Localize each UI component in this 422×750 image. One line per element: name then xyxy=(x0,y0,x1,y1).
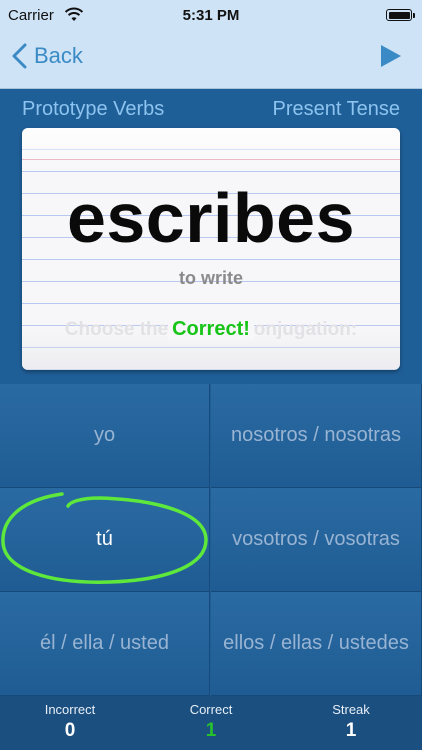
back-button[interactable]: Back xyxy=(10,40,83,72)
incorrect-count: 0 xyxy=(64,720,76,741)
correct-label: Correct xyxy=(189,702,233,717)
top-bar: Carrier 5:31 PM Back xyxy=(0,0,422,89)
correct-score: Correct 1 xyxy=(141,696,281,742)
back-label: Back xyxy=(34,43,83,68)
incorrect-label: Incorrect xyxy=(44,702,96,717)
battery-icon xyxy=(386,9,415,21)
option-el-ella-usted[interactable]: él / ella / usted xyxy=(0,592,210,696)
tense-label[interactable]: Present Tense xyxy=(273,98,401,121)
streak-label: Streak xyxy=(332,702,370,717)
flash-card: escribes to write Choose the correct con… xyxy=(22,128,400,370)
play-icon[interactable] xyxy=(378,44,402,68)
option-tu[interactable]: tú xyxy=(0,488,210,592)
streak-score: Streak 1 xyxy=(281,696,421,742)
deck-name[interactable]: Prototype Verbs xyxy=(22,98,164,121)
score-bar: Incorrect 0 Correct 1 Streak 1 xyxy=(0,696,422,750)
back-chevron-icon xyxy=(12,43,27,69)
streak-count: 1 xyxy=(345,720,357,741)
clock: 5:31 PM xyxy=(182,7,240,24)
status-bar: Carrier 5:31 PM xyxy=(0,0,422,32)
option-nosotros[interactable]: nosotros / nosotras xyxy=(211,384,422,488)
correct-count: 1 xyxy=(205,720,217,741)
option-ellos-ellas-ustedes[interactable]: ellos / ellas / ustedes xyxy=(211,592,422,696)
verb-word: escribes xyxy=(66,179,356,257)
incorrect-score: Incorrect 0 xyxy=(0,696,140,742)
feedback-label: Correct! xyxy=(22,318,400,341)
deck-header: Prototype Verbs Present Tense xyxy=(0,88,422,128)
verb-meaning: to write xyxy=(178,268,243,288)
option-yo[interactable]: yo xyxy=(0,384,210,488)
answer-grid: yo nosotros / nosotras tú vosotros / vos… xyxy=(0,384,422,696)
option-vosotros[interactable]: vosotros / vosotras xyxy=(211,488,422,592)
